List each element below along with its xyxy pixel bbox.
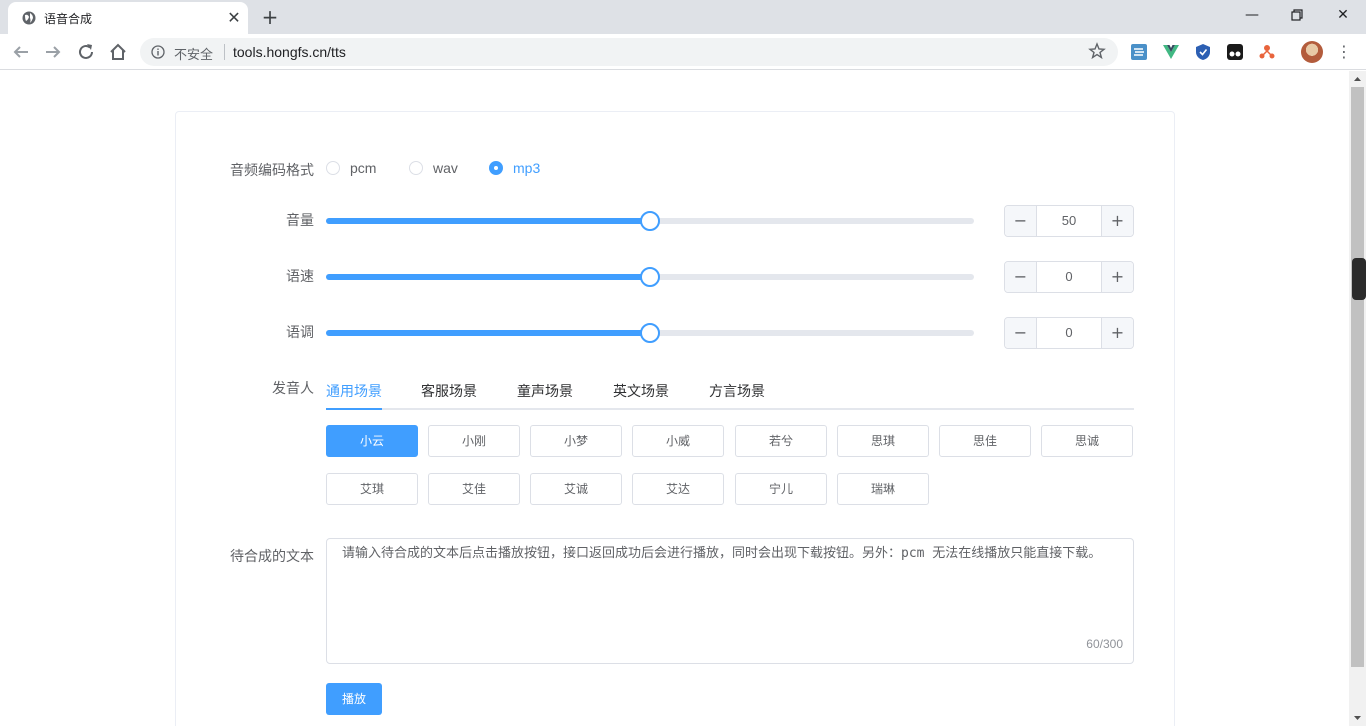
pitch-stepper[interactable]: − 0 + xyxy=(1004,317,1134,349)
security-label: 不安全 xyxy=(174,48,214,63)
volume-slider[interactable] xyxy=(326,211,974,231)
scroll-down-icon[interactable] xyxy=(1349,710,1366,726)
pitch-value[interactable]: 0 xyxy=(1037,318,1101,348)
pitch-slider-handle[interactable] xyxy=(640,323,660,343)
synthesis-text-input[interactable]: 请输入待合成的文本后点击播放按钮，接口返回成功后会进行播放，同时会出现下载按钮。… xyxy=(326,538,1134,664)
bookmark-star-icon[interactable] xyxy=(1088,42,1106,60)
radio-circle[interactable] xyxy=(489,161,503,175)
scroll-up-icon[interactable] xyxy=(1349,71,1366,87)
speed-value[interactable]: 0 xyxy=(1037,262,1101,292)
radio-label[interactable]: wav xyxy=(433,160,458,176)
volume-label: 音量 xyxy=(286,213,314,229)
globe-icon xyxy=(22,11,36,25)
vue-devtools-icon[interactable] xyxy=(1162,43,1180,61)
speed-label: 语速 xyxy=(286,269,314,285)
shield-icon[interactable] xyxy=(1194,43,1212,61)
pitch-slider[interactable] xyxy=(326,323,974,343)
screenshot-extension-icon[interactable] xyxy=(1130,43,1148,61)
format-label: 音频编码格式 xyxy=(230,163,314,179)
voice-button[interactable]: 思诚 xyxy=(1041,425,1133,457)
close-window-icon[interactable]: ✕ xyxy=(1330,4,1356,26)
home-icon[interactable] xyxy=(107,41,129,63)
back-icon[interactable] xyxy=(10,41,32,63)
voice-button[interactable]: 小威 xyxy=(632,425,724,457)
tab-general-scene[interactable]: 通用场景 xyxy=(326,381,382,401)
address-bar[interactable]: 不安全 tools.hongfs.cn/tts xyxy=(140,38,1118,66)
side-panel-handle[interactable] xyxy=(1352,258,1366,300)
voice-button[interactable]: 思琪 xyxy=(837,425,929,457)
info-icon[interactable] xyxy=(151,45,165,59)
tab-service-scene[interactable]: 客服场景 xyxy=(421,381,477,401)
voice-button[interactable]: 若兮 xyxy=(735,425,827,457)
minimize-icon[interactable]: — xyxy=(1239,4,1265,26)
increase-icon[interactable]: + xyxy=(1101,318,1133,348)
new-tab-icon[interactable]: + xyxy=(259,6,281,28)
browser-tab[interactable]: 语音合成 ✕ xyxy=(8,2,248,34)
voice-button[interactable]: 艾佳 xyxy=(428,473,520,505)
url-text[interactable]: tools.hongfs.cn/tts xyxy=(233,44,346,60)
active-tab-indicator xyxy=(326,408,382,410)
speed-stepper[interactable]: − 0 + xyxy=(1004,261,1134,293)
tab-dialect-scene[interactable]: 方言场景 xyxy=(709,381,765,401)
voice-button[interactable]: 艾诚 xyxy=(530,473,622,505)
speed-slider[interactable] xyxy=(326,267,974,287)
reload-icon[interactable] xyxy=(75,41,97,63)
address-divider xyxy=(224,44,225,60)
volume-slider-fill xyxy=(326,218,650,224)
tab-child-scene[interactable]: 童声场景 xyxy=(517,381,573,401)
voice-button[interactable]: 小云 xyxy=(326,425,418,457)
volume-stepper[interactable]: − 50 + xyxy=(1004,205,1134,237)
profile-avatar[interactable] xyxy=(1301,41,1323,63)
decrease-icon[interactable]: − xyxy=(1005,318,1037,348)
radio-label[interactable]: mp3 xyxy=(513,160,540,176)
increase-icon[interactable]: + xyxy=(1101,262,1133,292)
network-extension-icon[interactable] xyxy=(1258,43,1276,61)
tampermonkey-icon[interactable] xyxy=(1226,43,1244,61)
play-button[interactable]: 播放 xyxy=(326,683,382,715)
pitch-label: 语调 xyxy=(286,325,314,341)
browser-tab-strip: 语音合成 ✕ + — ✕ xyxy=(0,0,1366,34)
speaker-scene-tabs: 通用场景 客服场景 童声场景 英文场景 方言场景 xyxy=(326,372,1134,410)
close-tab-icon[interactable]: ✕ xyxy=(224,8,244,28)
radio-label[interactable]: pcm xyxy=(350,160,376,176)
tab-english-scene[interactable]: 英文场景 xyxy=(613,381,669,401)
text-label: 待合成的文本 xyxy=(230,549,314,565)
browser-menu-icon[interactable]: ⋮ xyxy=(1336,42,1352,62)
decrease-icon[interactable]: − xyxy=(1005,206,1037,236)
pitch-slider-fill xyxy=(326,330,650,336)
speed-slider-fill xyxy=(326,274,650,280)
voice-button[interactable]: 小梦 xyxy=(530,425,622,457)
volume-slider-handle[interactable] xyxy=(640,211,660,231)
increase-icon[interactable]: + xyxy=(1101,206,1133,236)
voice-button[interactable]: 思佳 xyxy=(939,425,1031,457)
volume-value[interactable]: 50 xyxy=(1037,206,1101,236)
voice-button[interactable]: 艾琪 xyxy=(326,473,418,505)
decrease-icon[interactable]: − xyxy=(1005,262,1037,292)
voice-button[interactable]: 小刚 xyxy=(428,425,520,457)
speed-slider-handle[interactable] xyxy=(640,267,660,287)
page-scrollbar[interactable] xyxy=(1349,71,1366,726)
forward-icon[interactable] xyxy=(42,41,64,63)
voice-button[interactable]: 瑞琳 xyxy=(837,473,929,505)
synthesis-text-value[interactable]: 请输入待合成的文本后点击播放按钮，接口返回成功后会进行播放，同时会出现下载按钮。… xyxy=(342,544,1118,564)
speaker-label: 发音人 xyxy=(272,381,314,397)
char-counter: 60/300 xyxy=(1086,637,1123,651)
radio-circle[interactable] xyxy=(326,161,340,175)
browser-toolbar: 不安全 tools.hongfs.cn/tts ⋮ xyxy=(0,34,1366,70)
voice-button[interactable]: 宁儿 xyxy=(735,473,827,505)
voice-button[interactable]: 艾达 xyxy=(632,473,724,505)
radio-circle[interactable] xyxy=(409,161,423,175)
scrollbar-thumb[interactable] xyxy=(1351,87,1364,667)
tab-title: 语音合成 xyxy=(44,12,93,26)
restore-icon[interactable] xyxy=(1284,4,1310,26)
